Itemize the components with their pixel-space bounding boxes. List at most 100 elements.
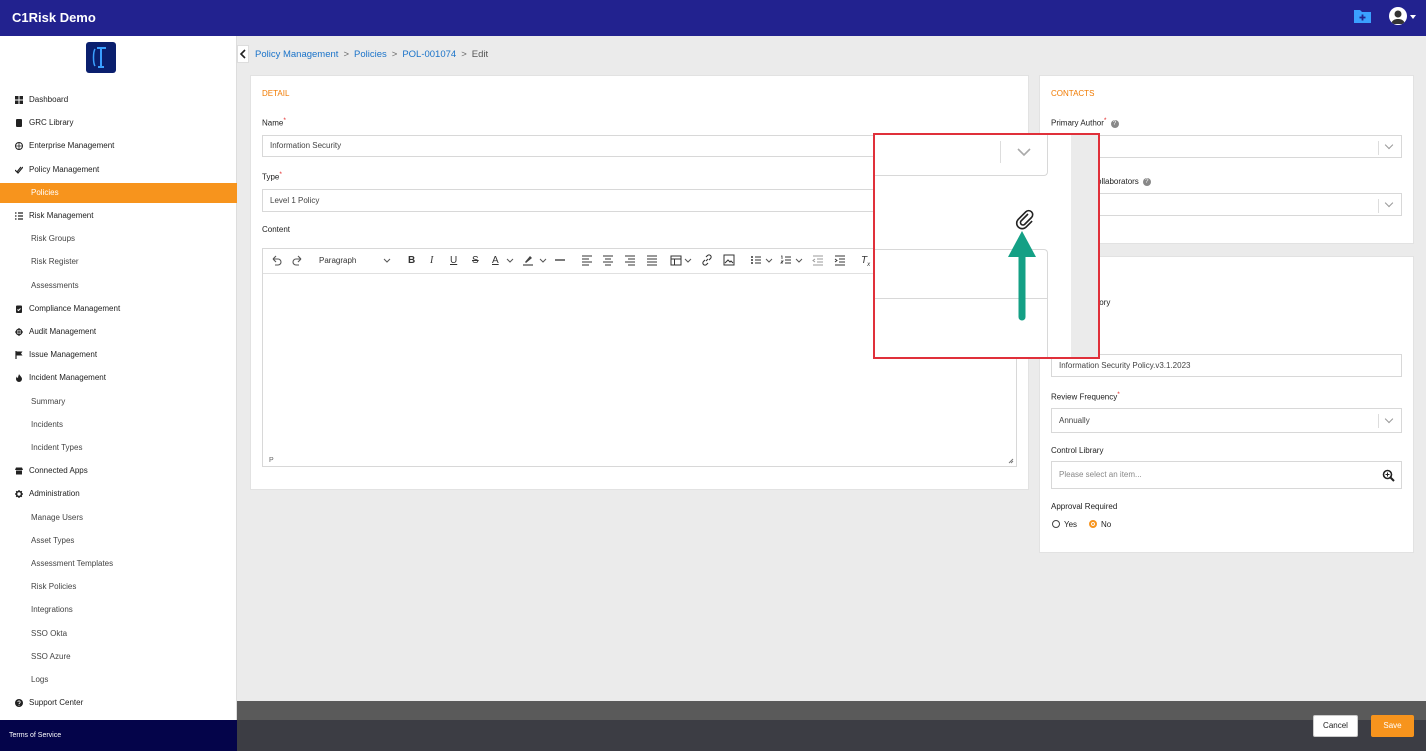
zoomed-card-edge — [1071, 135, 1098, 357]
sidebar-item-dashboard[interactable]: Dashboard — [0, 90, 237, 110]
sidebar-item-sso-okta[interactable]: SSO Okta — [0, 624, 237, 644]
chevron-down-icon — [383, 258, 391, 263]
sidebar-item-manage-users[interactable]: Manage Users — [0, 508, 237, 528]
sidebar-item-audit-management[interactable]: Audit Management — [0, 322, 237, 342]
sidebar-item-assessments[interactable]: Assessments — [0, 276, 237, 296]
cancel-button[interactable]: Cancel — [1313, 715, 1358, 737]
control-library-field[interactable]: Please select an item... — [1051, 461, 1402, 489]
sidebar-item-support-center[interactable]: Support Center — [0, 693, 237, 713]
strikethrough-icon[interactable]: S — [472, 254, 479, 268]
sidebar-item-logs[interactable]: Logs — [0, 670, 237, 690]
sidebar-item-label: Manage Users — [31, 512, 84, 522]
sidebar-item-label: SSO Azure — [31, 651, 71, 661]
sidebar-item-risk-policies[interactable]: Risk Policies — [0, 577, 237, 597]
sidebar-item-risk-register[interactable]: Risk Register — [0, 252, 237, 272]
breadcrumb-policies[interactable]: Policies — [354, 49, 387, 60]
indent-icon[interactable] — [834, 254, 846, 266]
help-icon: ? — [1142, 178, 1151, 186]
text-color-icon[interactable]: A — [492, 254, 499, 268]
sidebar-item-risk-groups[interactable]: Risk Groups — [0, 229, 237, 249]
footer-bottom — [237, 720, 1426, 751]
align-center-icon[interactable] — [602, 254, 614, 266]
search-icon[interactable] — [1382, 469, 1395, 482]
sidebar-item-grc-library[interactable]: GRC Library — [0, 113, 237, 133]
approval-yes-label: Yes — [1064, 520, 1078, 529]
gear-icon — [15, 490, 23, 499]
sidebar-item-label: Assessment Templates — [31, 559, 114, 568]
add-folder-icon[interactable] — [1353, 8, 1372, 24]
bold-icon[interactable]: B — [408, 254, 415, 268]
contacts-section-title: CONTACTS — [1051, 89, 1095, 98]
redo-icon[interactable] — [292, 254, 304, 266]
primary-author-select[interactable] — [1051, 135, 1402, 158]
store-icon — [15, 467, 23, 475]
sidebar-item-label: Audit Management — [29, 327, 97, 336]
approval-yes-radio[interactable] — [1052, 520, 1060, 528]
sidebar-item-policy-management[interactable]: Policy Management — [0, 160, 237, 180]
sidebar-item-asset-types[interactable]: Asset Types — [0, 531, 237, 551]
approval-no-label: No — [1101, 520, 1112, 529]
collaborators-label: ollaborators? — [1097, 177, 1151, 186]
review-frequency-select[interactable]: Annually — [1051, 408, 1402, 433]
content-label: Content — [262, 225, 291, 234]
undo-icon[interactable] — [270, 254, 282, 266]
underline-icon[interactable]: U — [450, 254, 457, 268]
outdent-icon[interactable] — [812, 254, 824, 266]
table-icon[interactable] — [670, 254, 682, 266]
sidebar-item-label: Risk Management — [29, 211, 94, 220]
sidebar-item-summary[interactable]: Summary — [0, 392, 237, 412]
approval-required-label: Approval Required — [1051, 502, 1118, 511]
save-button[interactable]: Save — [1371, 715, 1414, 737]
sidebar-item-sso-azure[interactable]: SSO Azure — [0, 647, 237, 667]
block-format-dropdown[interactable]: Paragraph — [319, 254, 356, 268]
sidebar-item-incident-types[interactable]: Incident Types — [0, 438, 237, 458]
version-field[interactable]: Information Security Policy.v3.1.2023 — [1051, 354, 1402, 377]
company-logo[interactable] — [86, 42, 116, 73]
terms-of-service-link[interactable]: Terms of Service — [0, 720, 237, 751]
sidebar-item-policies[interactable]: Policies — [0, 182, 237, 203]
sidebar-item-incident-management[interactable]: Incident Management — [0, 368, 237, 388]
sidebar-item-label: Risk Policies — [31, 582, 77, 592]
help-icon: ? — [1110, 119, 1119, 128]
breadcrumb-policy-management[interactable]: Policy Management — [255, 49, 338, 60]
sidebar-item-integrations[interactable]: Integrations — [0, 600, 237, 620]
list-icon — [15, 212, 23, 220]
user-avatar[interactable] — [1389, 7, 1407, 25]
sidebar-item-compliance-management[interactable]: Compliance Management — [0, 299, 237, 319]
align-left-icon[interactable] — [581, 254, 593, 266]
user-menu-caret-icon[interactable] — [1410, 15, 1416, 19]
sidebar-item-administration[interactable]: Administration — [0, 484, 237, 504]
editor-status-path: P — [269, 457, 274, 464]
fire-icon — [16, 374, 22, 383]
breadcrumb-current: Edit — [471, 49, 489, 60]
clear-formatting-icon[interactable]: Tx — [861, 254, 870, 272]
name-field[interactable]: Information Security — [262, 135, 882, 157]
italic-icon[interactable]: I — [430, 254, 433, 268]
align-justify-icon[interactable] — [646, 254, 658, 266]
back-button[interactable] — [237, 45, 249, 63]
review-frequency-label: Review Frequency* — [1051, 391, 1120, 402]
collaborators-select[interactable] — [1051, 193, 1402, 216]
align-right-icon[interactable] — [624, 254, 636, 266]
approval-no-radio[interactable] — [1089, 520, 1097, 528]
sidebar-item-label: Logs — [31, 675, 49, 684]
sidebar-item-connected-apps[interactable]: Connected Apps — [0, 461, 237, 481]
image-icon[interactable] — [723, 254, 735, 266]
sidebar-item-label: Administration — [29, 489, 80, 499]
globe-icon — [15, 142, 23, 151]
numbered-list-icon[interactable] — [780, 254, 792, 266]
sidebar-item-issue-management[interactable]: Issue Management — [0, 345, 237, 365]
sidebar-item-enterprise-management[interactable]: Enterprise Management — [0, 136, 237, 156]
highlight-icon[interactable] — [522, 254, 534, 266]
sidebar-item-label: Risk Register — [31, 257, 79, 267]
sidebar-item-risk-management[interactable]: Risk Management — [0, 206, 237, 226]
sidebar-item-incidents[interactable]: Incidents — [0, 415, 237, 435]
type-select[interactable]: Level 1 Policy — [262, 189, 882, 212]
resize-handle-icon[interactable] — [1008, 458, 1014, 464]
horizontal-line-icon[interactable] — [554, 254, 566, 266]
sidebar-item-assessment-templates[interactable]: Assessment Templates — [0, 554, 237, 574]
sidebar-item-label: Incidents — [31, 419, 64, 429]
bullet-list-icon[interactable] — [750, 254, 762, 266]
breadcrumb-policy-id[interactable]: POL-001074 — [402, 49, 456, 60]
link-icon[interactable] — [701, 254, 713, 266]
